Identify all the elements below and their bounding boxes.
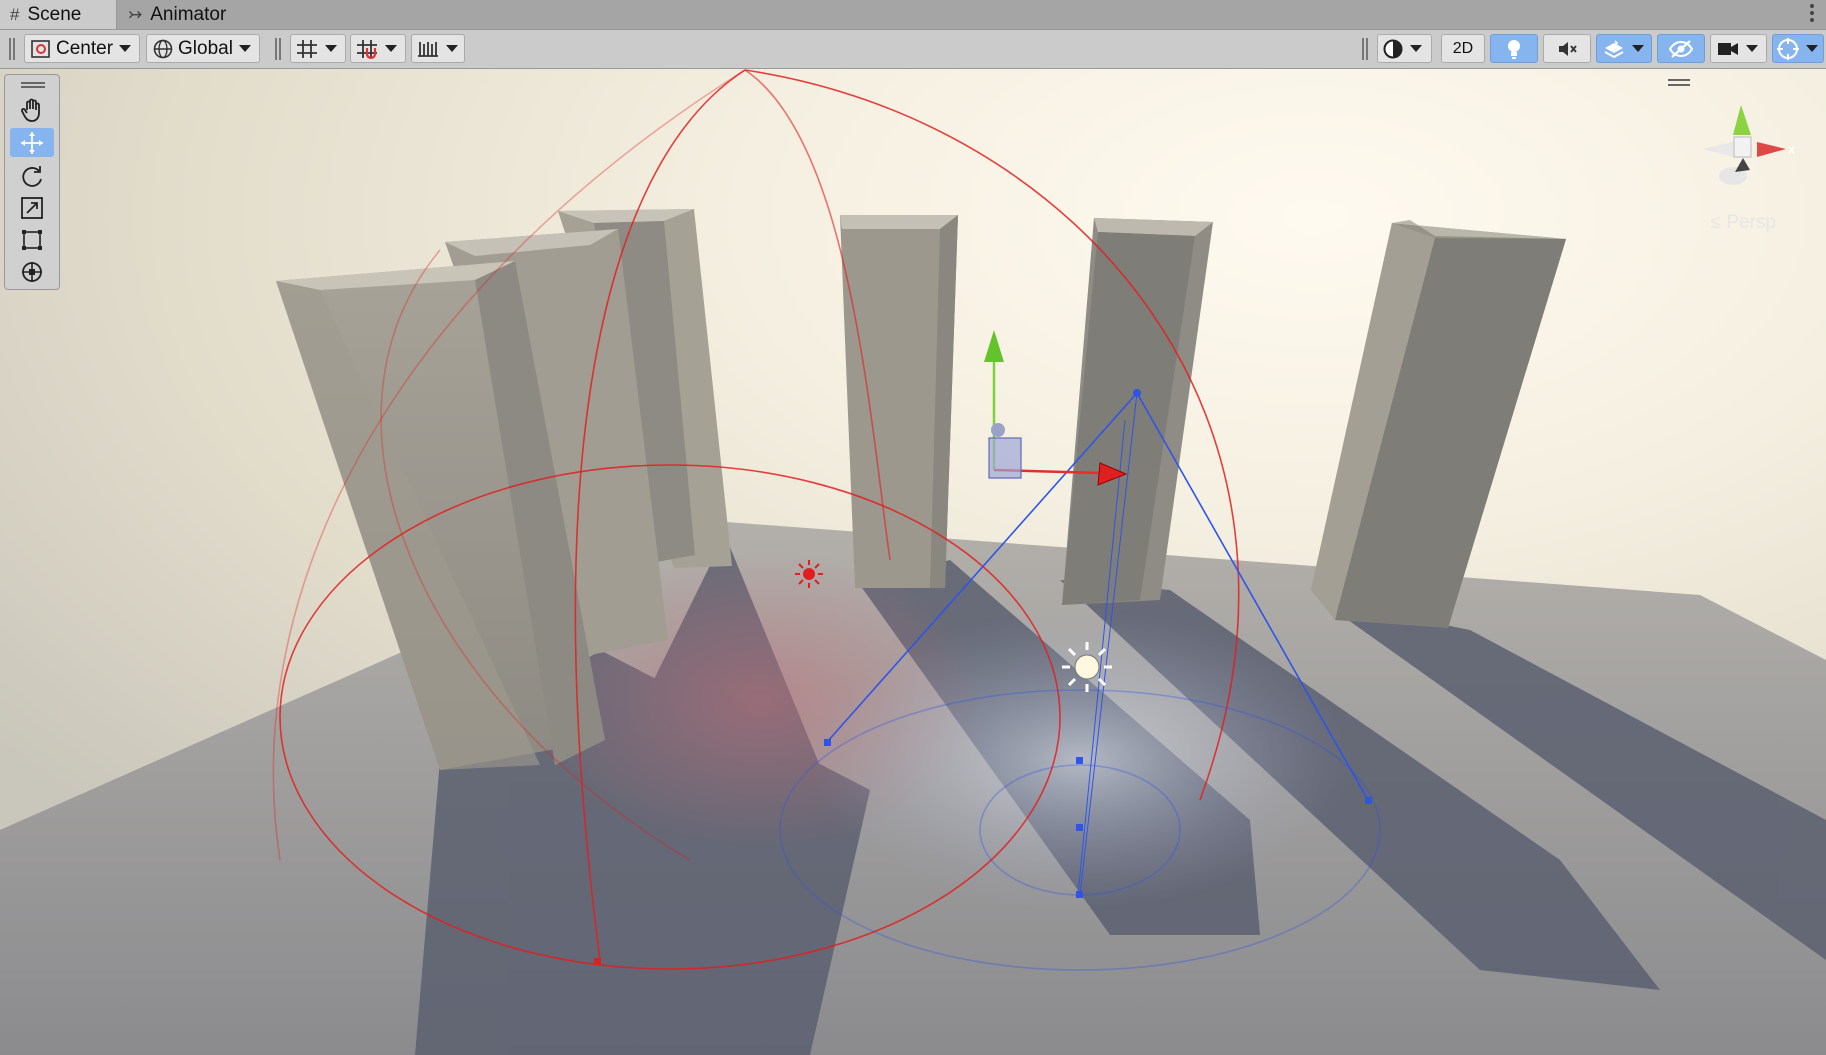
magnet-grid-icon: [357, 39, 377, 59]
directional-light-icon[interactable]: [1062, 642, 1112, 692]
projection-toggle[interactable]: ≤ Persp: [1711, 212, 1776, 234]
gizmo-globe-icon: [1777, 37, 1799, 60]
transform-icon: [22, 261, 42, 282]
pivot-mode-dropdown[interactable]: Center: [24, 34, 140, 63]
scale-icon: [21, 196, 43, 219]
rect-tool[interactable]: [10, 225, 54, 254]
animator-icon: ↣: [128, 4, 143, 24]
lighting-toggle[interactable]: [1490, 34, 1538, 63]
snap-increment-dropdown[interactable]: [350, 34, 406, 63]
toolbar-grip-right[interactable]: [1362, 38, 1368, 60]
rect-transform-icon: [22, 229, 42, 250]
gizmo-x-label: x: [1788, 141, 1795, 157]
projection-label: Persp: [1726, 212, 1776, 233]
pivot-rotation-dropdown[interactable]: Global: [146, 34, 260, 63]
camera-settings-dropdown[interactable]: [1710, 34, 1767, 63]
grid-visibility-dropdown[interactable]: [290, 34, 346, 63]
scene-canvas[interactable]: x: [0, 69, 1826, 1055]
move-tool[interactable]: [10, 128, 54, 157]
chevron-down-icon: [238, 45, 251, 52]
move-arrows-icon: [21, 131, 43, 154]
effects-layers-icon: [1604, 39, 1624, 58]
chevron-down-icon: [1410, 45, 1422, 52]
tab-scene-label: Scene: [27, 3, 82, 25]
scene-toolbar: Center Global 2D: [0, 30, 1826, 69]
shading-sphere-icon: [1383, 39, 1403, 58]
tab-bar: # Scene ↣ Animator: [0, 0, 1826, 30]
tools-overlay: [4, 74, 60, 290]
move-gizmo-center: [991, 423, 1005, 437]
rotate-icon: [22, 165, 42, 187]
globe-icon: [153, 39, 173, 58]
move-gizmo-plane-handle: [988, 437, 1022, 479]
pivot-icon: [31, 39, 50, 58]
pillar-4: [840, 215, 958, 588]
mode-2d-label: 2D: [1452, 39, 1474, 57]
chevron-left-icon: ≤: [1710, 212, 1722, 233]
hidden-objects-toggle[interactable]: [1657, 34, 1705, 63]
pivot-mode-label: Center: [56, 37, 114, 59]
increment-snap-dropdown[interactable]: [411, 34, 465, 63]
gizmo-center-cube: [1733, 136, 1752, 158]
more-options-icon[interactable]: [1810, 4, 1814, 22]
hand-tool[interactable]: [10, 95, 54, 124]
audio-mute-icon: [1559, 41, 1577, 56]
lightbulb-icon: [1508, 39, 1520, 59]
toolbar-grip[interactable]: [275, 38, 281, 60]
eye-hidden-icon: [1668, 39, 1694, 58]
audio-toggle[interactable]: [1543, 34, 1591, 63]
chevron-down-icon: [325, 45, 337, 52]
camera-icon: [1718, 42, 1738, 55]
chevron-down-icon: [1806, 45, 1818, 52]
grid-icon: #: [10, 4, 20, 24]
effects-dropdown[interactable]: [1596, 34, 1652, 63]
mode-2d-toggle[interactable]: 2D: [1441, 34, 1485, 63]
pivot-rotation-label: Global: [178, 37, 233, 59]
transform-tool[interactable]: [10, 257, 54, 286]
chevron-down-icon: [1632, 45, 1644, 52]
range-handle[interactable]: [594, 958, 601, 965]
shading-mode-dropdown[interactable]: [1377, 34, 1432, 63]
chevron-down-icon: [385, 45, 397, 52]
tab-animator-label: Animator: [150, 3, 227, 25]
toolbar-grip-left[interactable]: [9, 38, 15, 60]
rotate-tool[interactable]: [10, 161, 54, 190]
grid-snap-icon: [297, 39, 317, 58]
scene-viewport[interactable]: x: [0, 69, 1826, 1055]
tab-scene[interactable]: # Scene: [0, 0, 117, 29]
gizmos-dropdown[interactable]: [1772, 34, 1824, 63]
chevron-down-icon: [446, 45, 458, 52]
chevron-down-icon: [1746, 45, 1758, 52]
chevron-down-icon: [119, 45, 132, 52]
point-light-icon[interactable]: [795, 560, 823, 588]
ruler-icon: [418, 41, 438, 57]
tools-overlay-handle[interactable]: [21, 82, 45, 88]
hand-icon: [21, 98, 40, 122]
scale-tool[interactable]: [10, 193, 54, 222]
tab-animator[interactable]: ↣ Animator: [128, 0, 226, 29]
